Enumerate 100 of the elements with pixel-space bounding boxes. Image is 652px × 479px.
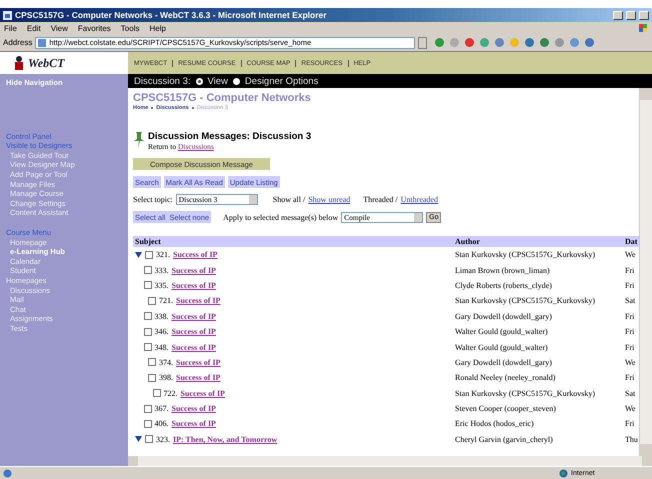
message-link[interactable]: Success of IP [172, 342, 216, 352]
message-link[interactable]: Success of IP [176, 373, 220, 382]
author-cell: Stan Kurkovsky (CPSC5157G_Kurkovsky) [453, 247, 623, 262]
radio-label[interactable]: View [208, 76, 228, 86]
column-header: Author [453, 236, 623, 247]
menu-item[interactable]: Help [149, 24, 166, 32]
author-cell-text: Stan Kurkovsky (CPSC5157G_Kurkovsky) [454, 295, 596, 308]
author-cell-text: Ronald Neeley (neeley_ronald) [454, 372, 556, 384]
date-cell-text: Fri [624, 342, 636, 354]
show-unread-link[interactable]: Show unread [308, 195, 350, 204]
date-cell-text: Fri [624, 372, 636, 384]
collapse-icon[interactable] [135, 436, 142, 442]
unthreaded-link[interactable]: Unthreaded [400, 195, 438, 204]
message-link[interactable]: Success of IP [172, 419, 216, 428]
message-number: 398. [159, 373, 173, 382]
message-link[interactable]: Success of IP [172, 266, 216, 275]
date-cell-text: Fri [624, 280, 636, 292]
message-link[interactable]: Success of IP [173, 250, 218, 260]
logo[interactable]: WebCT [0, 52, 128, 74]
author-cell-text: Clyde Roberts (roberts_clyde) [454, 280, 553, 292]
radio-button[interactable] [196, 78, 202, 84]
date-cell: We [623, 247, 639, 262]
checkbox[interactable] [145, 250, 153, 259]
checkbox[interactable] [144, 404, 152, 413]
checkbox[interactable] [145, 435, 153, 444]
checkbox[interactable] [148, 358, 156, 366]
close-button[interactable] [639, 10, 649, 20]
author-cell-text: Liman Brown (brown_liman) [454, 264, 551, 277]
message-link[interactable]: Success of IP [172, 312, 216, 321]
radio-label[interactable]: Designer Options [244, 76, 318, 86]
message-number: 348. [154, 342, 168, 352]
horizontal-scrollbar[interactable] [128, 456, 652, 466]
address-label: Address [3, 38, 32, 47]
message-number: 722. [164, 388, 178, 398]
checkbox[interactable] [148, 374, 156, 382]
mode-label: Discussion 3: [134, 76, 190, 86]
date-cell-text: Fri [624, 418, 636, 430]
checkbox[interactable] [144, 328, 152, 336]
page-heading: Discussion Messages: Discussion 3 [148, 131, 312, 142]
message-number: 374. [159, 358, 173, 367]
date-cell-text: We [624, 403, 636, 416]
checkbox[interactable] [144, 420, 152, 428]
message-number: 333. [154, 266, 168, 275]
date-cell-text: We [624, 356, 636, 369]
message-link[interactable]: Success of IP [172, 327, 216, 336]
date-cell-text: Fri [624, 264, 636, 277]
menu-item[interactable]: Tools [120, 24, 140, 32]
menu-item[interactable]: Edit [26, 24, 41, 32]
column-header: Dat [623, 236, 639, 247]
checkbox[interactable] [144, 266, 152, 274]
message-link[interactable]: Success of IP [176, 296, 220, 306]
message-number: 721. [159, 296, 173, 306]
author-cell-text: Gary Dowdell (dowdell_gary) [454, 356, 553, 369]
dropdown-button[interactable] [418, 36, 428, 48]
threading-text: Threaded / [363, 195, 398, 204]
message-link[interactable]: Success of IP [172, 280, 216, 290]
message-number: 346. [154, 327, 168, 336]
flag-icon [638, 23, 648, 33]
checkbox[interactable] [152, 389, 160, 398]
message-number: 335. [154, 280, 168, 290]
author-cell-text: Stan Kurkovsky (CPSC5157G_Kurkovsky) [454, 388, 596, 400]
date-cell-text: Fri [624, 326, 636, 338]
globe-icon [559, 469, 568, 478]
author-cell-text: Gary Dowdell (dowdell_gary) [454, 310, 553, 323]
course-title: CPSC5157G - Computer Networks [133, 92, 312, 104]
show-text: Show all / [272, 195, 306, 204]
menu-item[interactable]: View [50, 24, 68, 32]
checkbox[interactable] [148, 296, 156, 305]
author-cell-text: Cheryl Garvin (garvin_cheryl) [454, 434, 554, 446]
author-cell-text: Eric Hodos (hodos_eric) [454, 418, 535, 430]
date-cell-text: Fri [624, 310, 636, 323]
author-cell-text: Steven Cooper (cooper_steven) [454, 403, 557, 416]
author-cell-text: Walter Gould (gould_walter) [454, 326, 549, 338]
message-number: 367. [154, 404, 168, 414]
message-number: 323. [156, 434, 170, 444]
message-link[interactable]: Success of IP [180, 388, 225, 398]
message-number: 406. [154, 419, 168, 428]
minimize-button[interactable] [613, 10, 623, 20]
message-link[interactable]: Success of IP [172, 404, 216, 414]
date-cell-text: Thu [624, 434, 639, 446]
radio-button[interactable] [232, 78, 240, 84]
date-cell-text: Sat [624, 295, 636, 308]
menu-item[interactable]: Favorites [78, 24, 111, 32]
window-title: CPSC5157G - Computer Networks - WebCT 3.6.3 - Microsoft Internet Explorer [15, 10, 328, 20]
topic-label: Select topic: [133, 195, 173, 204]
vertical-scrollbar[interactable] [639, 88, 652, 456]
maximize-button[interactable] [626, 10, 636, 20]
message-link[interactable]: IP: Then, Now, and Tomorrow [173, 434, 278, 444]
checkbox[interactable] [144, 281, 152, 290]
collapse-icon[interactable] [135, 252, 142, 258]
checkbox[interactable] [144, 343, 152, 352]
message-link[interactable]: Success of IP [176, 358, 220, 367]
author-cell-text: Walter Gould (gould_walter) [454, 342, 549, 354]
date-cell-text: Sat [624, 388, 636, 400]
pushpin-icon [133, 131, 145, 149]
menu-item[interactable]: File [4, 24, 17, 32]
message-number: 338. [154, 312, 168, 321]
checkbox[interactable] [144, 312, 152, 320]
column-header: Subject [133, 236, 453, 247]
apply-label: Apply to selected message(s) below [223, 212, 338, 222]
